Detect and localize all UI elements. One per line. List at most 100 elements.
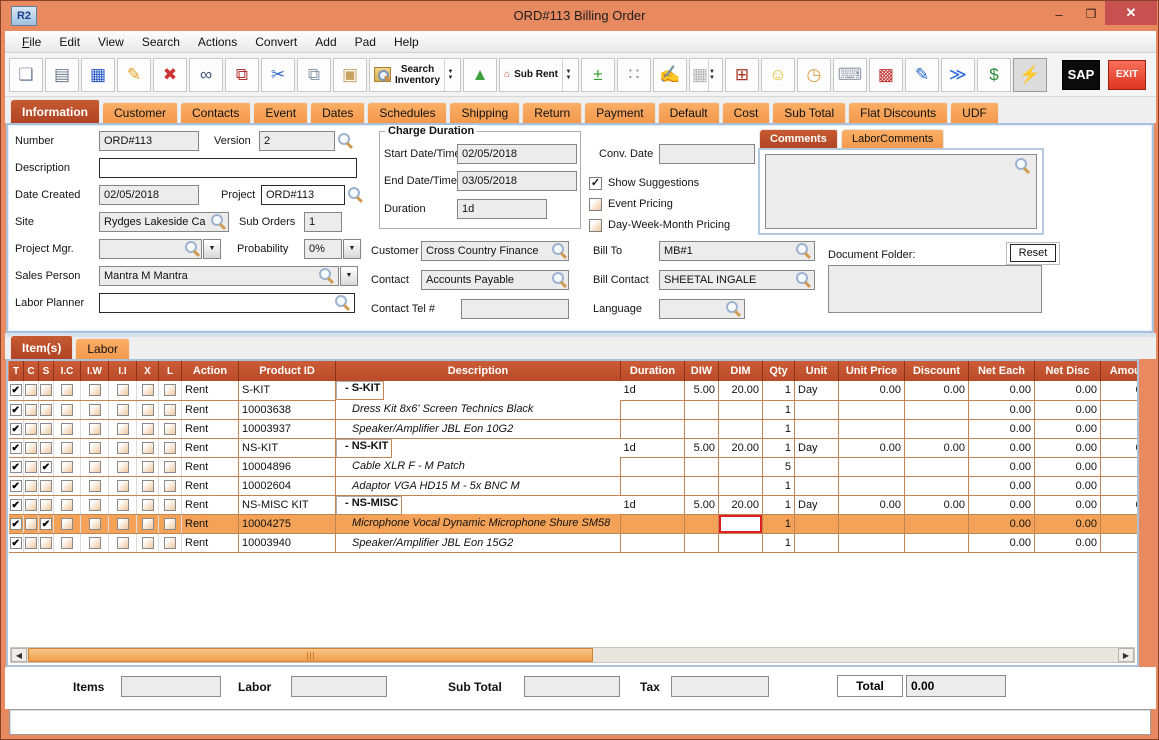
table-cell[interactable]	[839, 514, 905, 533]
checkbox-cell[interactable]	[109, 457, 137, 476]
checkbox-cell[interactable]	[159, 533, 182, 552]
row-checkbox[interactable]: ✔	[10, 499, 22, 511]
table-cell[interactable]: 10003937	[239, 419, 336, 438]
menu-pad[interactable]: Pad	[346, 33, 385, 51]
tab-schedules[interactable]: Schedules	[367, 102, 447, 123]
row-checkbox[interactable]	[25, 442, 37, 454]
table-cell[interactable]: 0.00	[905, 381, 969, 400]
checkbox-cell[interactable]	[81, 438, 109, 457]
column-header[interactable]: Discount	[905, 361, 969, 381]
checkbox-cell[interactable]	[24, 400, 39, 419]
table-cell[interactable]	[839, 400, 905, 419]
checkbox-cell[interactable]	[54, 419, 81, 438]
folder-clock-icon[interactable]: ◷	[797, 58, 831, 92]
table-cell[interactable]: 0.00	[905, 495, 969, 514]
row-checkbox[interactable]	[142, 384, 154, 396]
row-checkbox[interactable]	[164, 404, 176, 416]
checkbox-cell[interactable]	[24, 438, 39, 457]
table-cell[interactable]	[839, 419, 905, 438]
dropdown-arrows-icon[interactable]: ▼ ▼	[444, 59, 456, 91]
table-cell[interactable]: Day	[795, 381, 839, 400]
row-checkbox[interactable]	[40, 423, 52, 435]
start-date-field[interactable]: 02/05/2018	[457, 144, 577, 164]
row-checkbox[interactable]	[61, 537, 73, 549]
checkbox[interactable]	[589, 219, 602, 232]
add-remove-icon[interactable]: ±	[581, 58, 615, 92]
minimize-button[interactable]: –	[1047, 3, 1071, 25]
row-checkbox[interactable]	[164, 423, 176, 435]
tab-payment[interactable]: Payment	[584, 102, 655, 123]
table-cell[interactable]: - S-KIT	[336, 381, 384, 400]
column-header[interactable]: Duration	[621, 361, 685, 381]
table-cell[interactable]: 0.00	[1035, 476, 1101, 495]
checkbox-cell[interactable]	[137, 476, 159, 495]
project-field[interactable]: ORD#113	[261, 185, 345, 205]
reset-button[interactable]: Reset	[1010, 244, 1056, 262]
table-cell[interactable]: 0.00	[969, 514, 1035, 533]
table-cell[interactable]: 10003940	[239, 533, 336, 552]
column-header[interactable]: Qty	[763, 361, 795, 381]
row-checkbox[interactable]	[61, 404, 73, 416]
table-cell[interactable]: 0.00	[1035, 495, 1101, 514]
tab-shipping[interactable]: Shipping	[449, 102, 520, 123]
row-checkbox[interactable]: ✔	[10, 404, 22, 416]
row-checkbox[interactable]	[117, 537, 129, 549]
lightning-icon[interactable]: ⚡	[1013, 58, 1047, 92]
row-checkbox[interactable]	[117, 442, 129, 454]
row-checkbox[interactable]	[117, 384, 129, 396]
checkbox-cell[interactable]	[109, 381, 137, 400]
checkbox-cell[interactable]	[81, 400, 109, 419]
checkbox-cell[interactable]	[81, 495, 109, 514]
row-checkbox[interactable]	[89, 423, 101, 435]
table-cell[interactable]: Rent	[182, 514, 239, 533]
row-checkbox[interactable]: ✔	[40, 461, 52, 473]
find-icon[interactable]: ∞	[189, 58, 223, 92]
number-field[interactable]: ORD#113	[99, 131, 199, 151]
checkbox-cell[interactable]	[137, 438, 159, 457]
table-cell[interactable]: 1d	[621, 381, 685, 400]
checkbox-cell[interactable]	[109, 495, 137, 514]
table-cell[interactable]	[1101, 533, 1140, 552]
table-cell[interactable]: 0.00	[1035, 400, 1101, 419]
table-cell[interactable]: 0.00	[1035, 533, 1101, 552]
site-search-icon[interactable]	[211, 214, 226, 229]
menu-file[interactable]: File	[13, 33, 50, 51]
keyboard-key-icon[interactable]: ⌨	[833, 58, 867, 92]
checkbox-cell[interactable]	[39, 400, 54, 419]
column-header[interactable]: DIW	[685, 361, 719, 381]
checkbox-cell[interactable]	[81, 514, 109, 533]
table-cell[interactable]	[621, 514, 685, 533]
table-cell[interactable]: Rent	[182, 438, 239, 457]
close-button[interactable]: ✕	[1105, 1, 1157, 25]
table-cell[interactable]: 10003638	[239, 400, 336, 419]
checkbox-cell[interactable]	[81, 533, 109, 552]
checkbox-cell[interactable]	[24, 476, 39, 495]
checkbox-cell[interactable]	[137, 533, 159, 552]
row-checkbox[interactable]	[40, 404, 52, 416]
table-cell[interactable]	[905, 419, 969, 438]
conv-date-field[interactable]	[659, 144, 755, 164]
table-cell[interactable]: 0.00	[1035, 419, 1101, 438]
group-question-icon[interactable]: ∷	[617, 58, 651, 92]
search-inventory-button[interactable]: Search Inventory▼ ▼	[369, 58, 461, 92]
probability-field[interactable]: 0%	[304, 239, 342, 259]
tab-laborcomments[interactable]: LaborComments	[841, 129, 944, 149]
checkbox-cell[interactable]	[24, 495, 39, 514]
end-date-field[interactable]: 03/05/2018	[457, 171, 577, 191]
tab-contacts[interactable]: Contacts	[180, 102, 251, 123]
table-cell[interactable]	[839, 476, 905, 495]
table-cell[interactable]	[621, 457, 685, 476]
checkbox-cell[interactable]	[137, 419, 159, 438]
probability-dropdown-button[interactable]: ▼	[343, 239, 361, 259]
row-checkbox[interactable]: ✔	[10, 442, 22, 454]
table-cell[interactable]: 0.00	[1101, 438, 1140, 457]
table-cell[interactable]: 5.00	[685, 438, 719, 457]
table-cell[interactable]: Rent	[182, 381, 239, 400]
comments-search-icon[interactable]	[1015, 158, 1030, 173]
shapes-icon[interactable]: ▲	[463, 58, 497, 92]
comments-textarea[interactable]	[765, 154, 1037, 229]
row-checkbox[interactable]	[61, 480, 73, 492]
checkbox-cell[interactable]	[109, 419, 137, 438]
project-search-icon[interactable]	[348, 187, 363, 202]
table-cell[interactable]	[685, 533, 719, 552]
